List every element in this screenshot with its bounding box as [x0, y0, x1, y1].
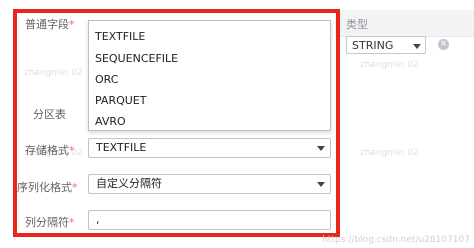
close-circle-icon[interactable]: × — [438, 39, 449, 50]
column-header-type: 类型 — [346, 18, 368, 31]
caret-down-icon — [413, 44, 421, 49]
field-type-value: STRING — [352, 39, 394, 52]
field-type-select[interactable]: STRING — [346, 36, 426, 54]
source-credit: https://blog.csdn.net/u28107107 — [322, 235, 470, 245]
highlight-frame — [13, 9, 340, 237]
watermark: zhangmin 02 — [360, 60, 419, 70]
watermark: zhangmin 02 — [360, 148, 419, 158]
